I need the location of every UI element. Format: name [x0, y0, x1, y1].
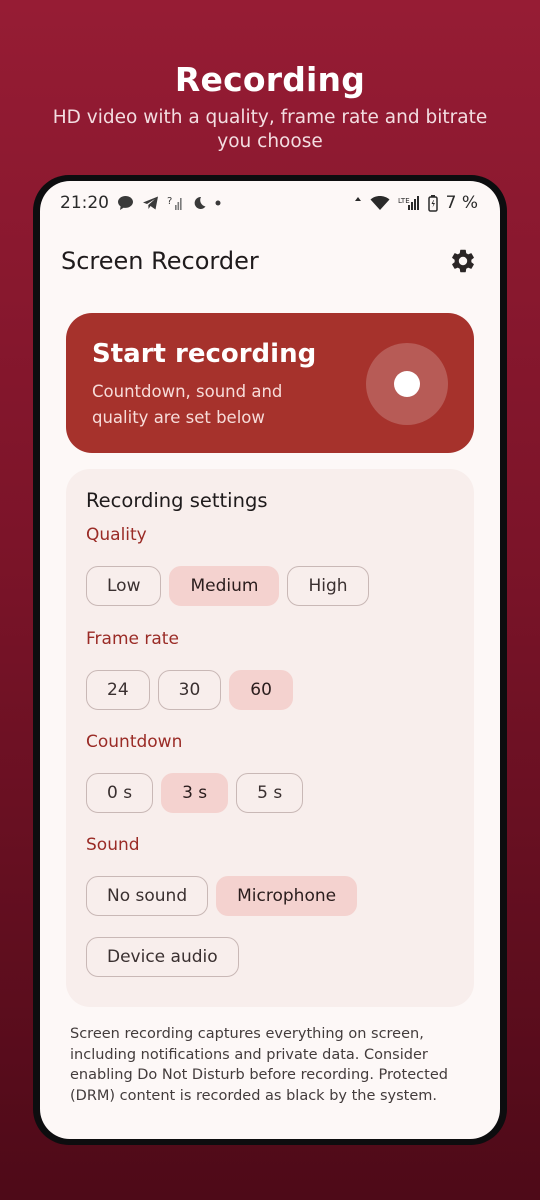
gear-icon: [452, 249, 474, 273]
wifi-icon: [370, 195, 390, 211]
countdown-label: Countdown: [86, 732, 183, 752]
data-arrows-icon: [354, 196, 362, 210]
settings-title: Recording settings: [86, 489, 268, 512]
frame-rate-label: Frame rate: [86, 629, 179, 649]
promo-title: Recording: [174, 60, 366, 99]
sound-chip-no-sound[interactable]: No sound: [86, 876, 209, 916]
dot-icon: [215, 200, 221, 206]
frame-rate-chip-24[interactable]: 24: [86, 670, 150, 710]
network-type-label: LTE: [398, 197, 410, 205]
countdown-chip-group: 0 s 3 s 5 s: [86, 773, 304, 813]
app-title: Screen Recorder: [61, 247, 259, 275]
frame-rate-chip-30[interactable]: 30: [157, 670, 222, 710]
record-button[interactable]: [366, 343, 448, 425]
phone-screen: 21:20 ? LTE 7 % Screen Recorder Start re…: [40, 181, 500, 1139]
sound-chip-group-row2: Device audio: [86, 937, 239, 977]
telegram-icon: [142, 195, 159, 211]
record-dot-icon: [394, 371, 420, 397]
recording-settings-card: Recording settings Quality Low Medium Hi…: [66, 469, 474, 1007]
battery-icon: [427, 194, 438, 212]
sound-chip-group: No sound Microphone: [86, 876, 358, 916]
start-recording-title: Start recording: [92, 339, 317, 369]
countdown-chip-0s[interactable]: 0 s: [86, 773, 154, 813]
frame-rate-chip-60[interactable]: 60: [229, 670, 293, 710]
start-recording-description: Countdown, sound and quality are set bel…: [92, 382, 283, 427]
sound-chip-microphone[interactable]: Microphone: [216, 876, 358, 916]
quality-chip-high[interactable]: High: [287, 566, 369, 606]
sound-chip-device-audio[interactable]: Device audio: [86, 937, 239, 977]
privacy-disclaimer: Screen recording captures everything on …: [70, 1026, 448, 1104]
countdown-chip-3s[interactable]: 3 s: [161, 773, 229, 813]
countdown-chip-5s[interactable]: 5 s: [236, 773, 304, 813]
signal-icon: LTE: [398, 195, 420, 211]
status-bar: 21:20 ? LTE 7 %: [40, 181, 500, 225]
status-time: 21:20: [60, 193, 109, 213]
promo-subtitle: HD video with a quality, frame rate and …: [52, 107, 488, 152]
start-recording-card[interactable]: Start recording Countdown, sound and qua…: [66, 313, 474, 453]
battery-percent: 7 %: [445, 193, 478, 213]
quality-chip-medium[interactable]: Medium: [169, 566, 280, 606]
chat-bubble-icon: [117, 195, 134, 211]
sound-label: Sound: [86, 835, 140, 855]
dnd-moon-icon: [191, 195, 207, 211]
svg-text:?: ?: [167, 196, 172, 207]
frame-rate-chip-group: 24 30 60: [86, 670, 293, 710]
quality-label: Quality: [86, 525, 147, 545]
app-bar: Screen Recorder: [40, 233, 500, 289]
quality-chip-group: Low Medium High: [86, 566, 369, 606]
phone-frame: 21:20 ? LTE 7 % Screen Recorder Start re…: [33, 175, 507, 1145]
settings-button[interactable]: [446, 244, 480, 278]
signal-unknown-icon: ?: [167, 195, 183, 211]
quality-chip-low[interactable]: Low: [86, 566, 162, 606]
